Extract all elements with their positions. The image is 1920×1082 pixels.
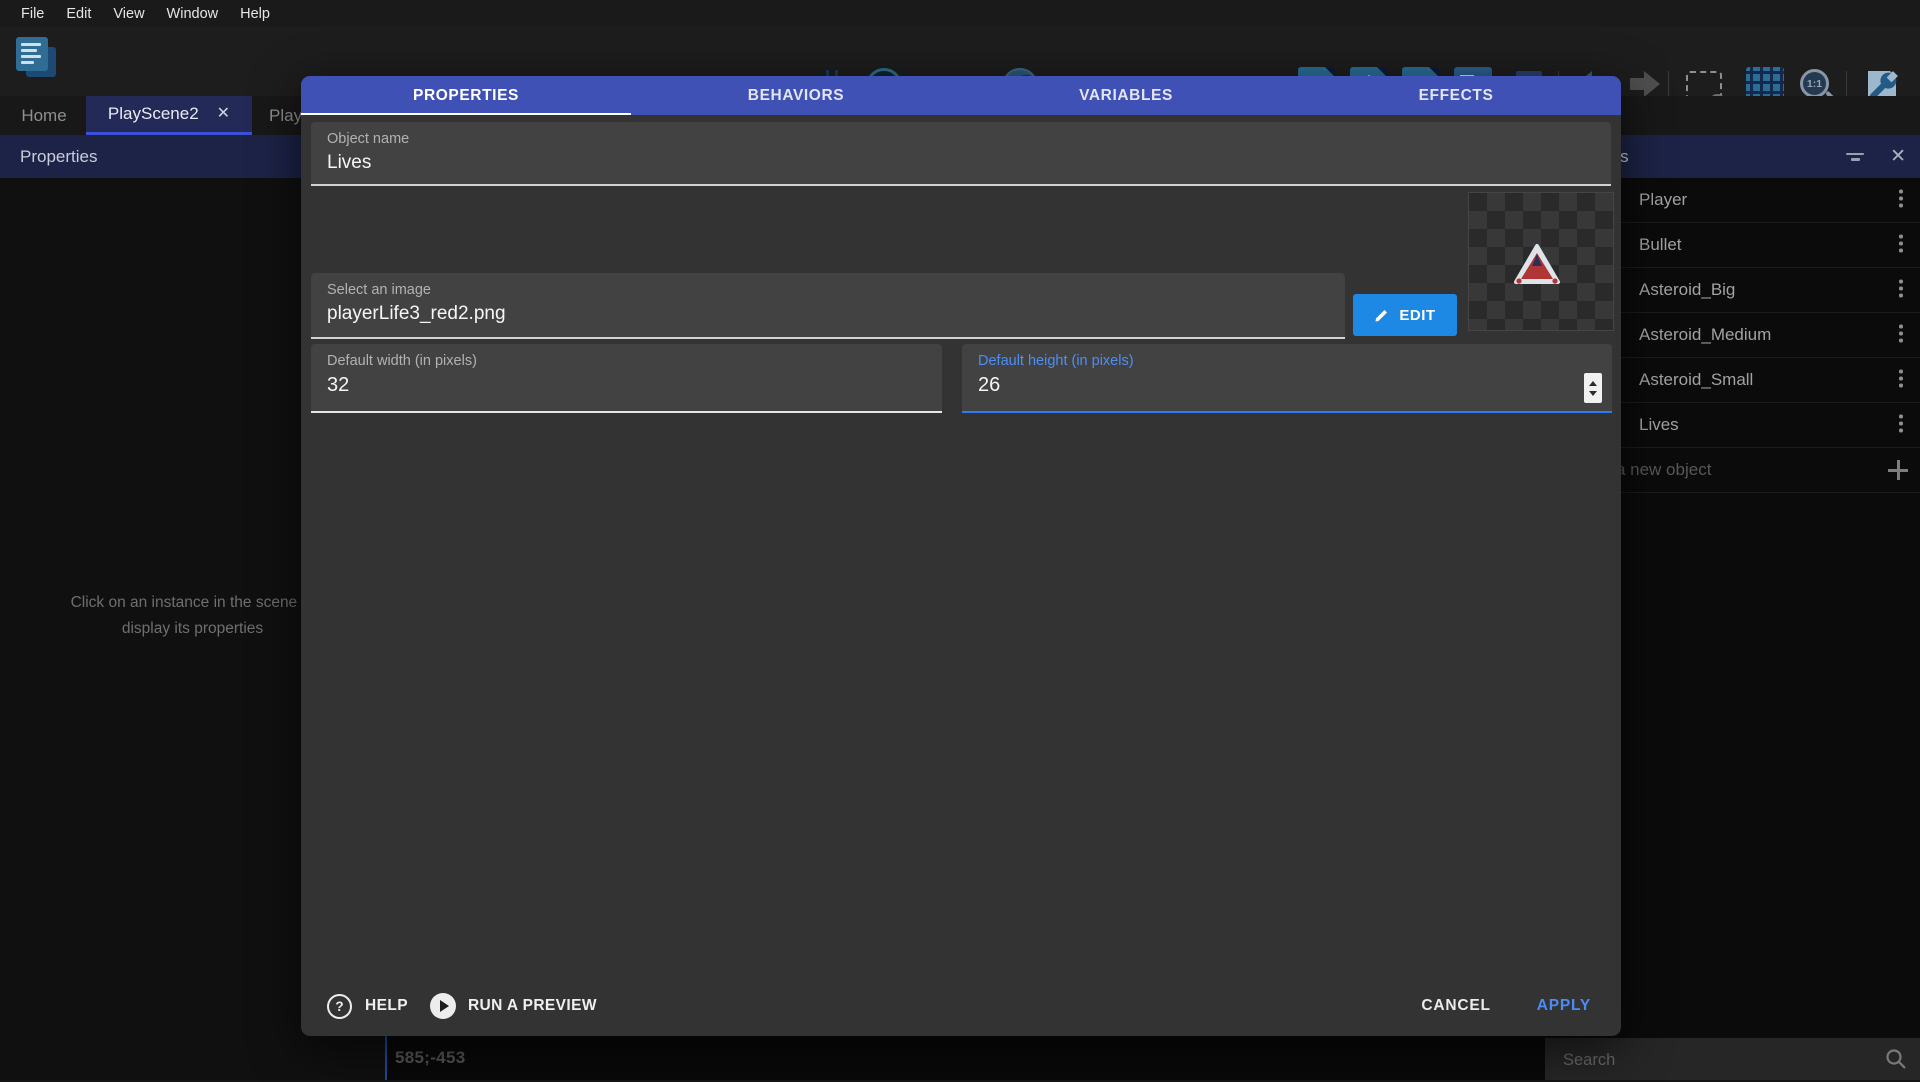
kebab-menu-icon[interactable] <box>1899 370 1903 391</box>
default-height-input[interactable] <box>978 374 1561 397</box>
app-root: File Edit View Window Help PREVIEW PUBLI… <box>0 0 1920 1080</box>
dialog-footer: ? HELP RUN A PREVIEW CANCEL APPLY <box>301 976 1621 1036</box>
object-properties-dialog: PROPERTIES BEHAVIORS VARIABLES EFFECTS O… <box>301 76 1621 1036</box>
edit-image-button[interactable]: EDIT <box>1353 294 1457 336</box>
default-width-input[interactable] <box>327 374 893 397</box>
kebab-menu-icon[interactable] <box>1899 190 1903 211</box>
plus-icon <box>1888 460 1908 480</box>
menu-file[interactable]: File <box>10 6 55 22</box>
filter-icon[interactable] <box>1846 150 1864 164</box>
object-name-label: Object name <box>327 131 1611 147</box>
run-a-preview-button[interactable]: RUN A PREVIEW <box>430 993 597 1019</box>
default-height-field[interactable]: Default height (in pixels) <box>962 344 1612 413</box>
default-height-label: Default height (in pixels) <box>978 353 1612 369</box>
tab-home[interactable]: Home <box>4 96 84 135</box>
close-tab-icon[interactable]: ✕ <box>217 106 230 122</box>
default-width-field[interactable]: Default width (in pixels) <box>311 344 942 413</box>
close-panel-icon[interactable]: ✕ <box>1890 147 1906 166</box>
tab-variables[interactable]: VARIABLES <box>961 76 1291 115</box>
menu-edit[interactable]: Edit <box>55 6 102 22</box>
kebab-menu-icon[interactable] <box>1899 415 1903 436</box>
stepper-down-icon[interactable] <box>1589 391 1597 396</box>
image-name-input[interactable] <box>327 303 1264 325</box>
menu-help[interactable]: Help <box>229 6 281 22</box>
menu-bar: File Edit View Window Help <box>0 0 1920 27</box>
select-image-field[interactable]: Select an image <box>311 273 1345 339</box>
tab-behaviors[interactable]: BEHAVIORS <box>631 76 961 115</box>
cursor-coordinates: 585;-453 <box>395 1048 465 1068</box>
tab-effects[interactable]: EFFECTS <box>1291 76 1621 115</box>
tab-properties[interactable]: PROPERTIES <box>301 76 631 115</box>
project-manager-icon[interactable] <box>14 35 58 79</box>
help-icon: ? <box>327 994 352 1019</box>
menu-window[interactable]: Window <box>156 6 230 22</box>
properties-panel-title: Properties <box>20 147 97 167</box>
scene-status-bar: 585;-453 <box>385 1036 1545 1080</box>
search-input[interactable] <box>1561 1038 1865 1082</box>
objects-search-bar <box>1545 1038 1920 1080</box>
pencil-icon <box>1374 307 1390 323</box>
dialog-tab-bar: PROPERTIES BEHAVIORS VARIABLES EFFECTS <box>301 76 1621 115</box>
sprite-thumbnail[interactable] <box>1469 193 1613 330</box>
ship-sprite <box>1513 243 1561 287</box>
play-icon <box>430 993 456 1019</box>
help-button[interactable]: ? HELP <box>327 994 408 1019</box>
menu-view[interactable]: View <box>102 6 155 22</box>
cancel-button[interactable]: CANCEL <box>1419 991 1492 1021</box>
stepper-up-icon[interactable] <box>1589 381 1597 386</box>
select-image-label: Select an image <box>327 282 1345 298</box>
default-width-label: Default width (in pixels) <box>327 353 942 369</box>
kebab-menu-icon[interactable] <box>1899 235 1903 256</box>
search-icon <box>1885 1048 1907 1070</box>
apply-button[interactable]: APPLY <box>1535 991 1593 1021</box>
object-name-field[interactable]: Object name <box>311 122 1611 186</box>
kebab-menu-icon[interactable] <box>1899 280 1903 301</box>
tab-playscene2[interactable]: PlayScene2 ✕ <box>86 96 252 135</box>
height-stepper[interactable] <box>1584 373 1602 403</box>
object-name-input[interactable] <box>327 152 1508 174</box>
kebab-menu-icon[interactable] <box>1899 325 1903 346</box>
